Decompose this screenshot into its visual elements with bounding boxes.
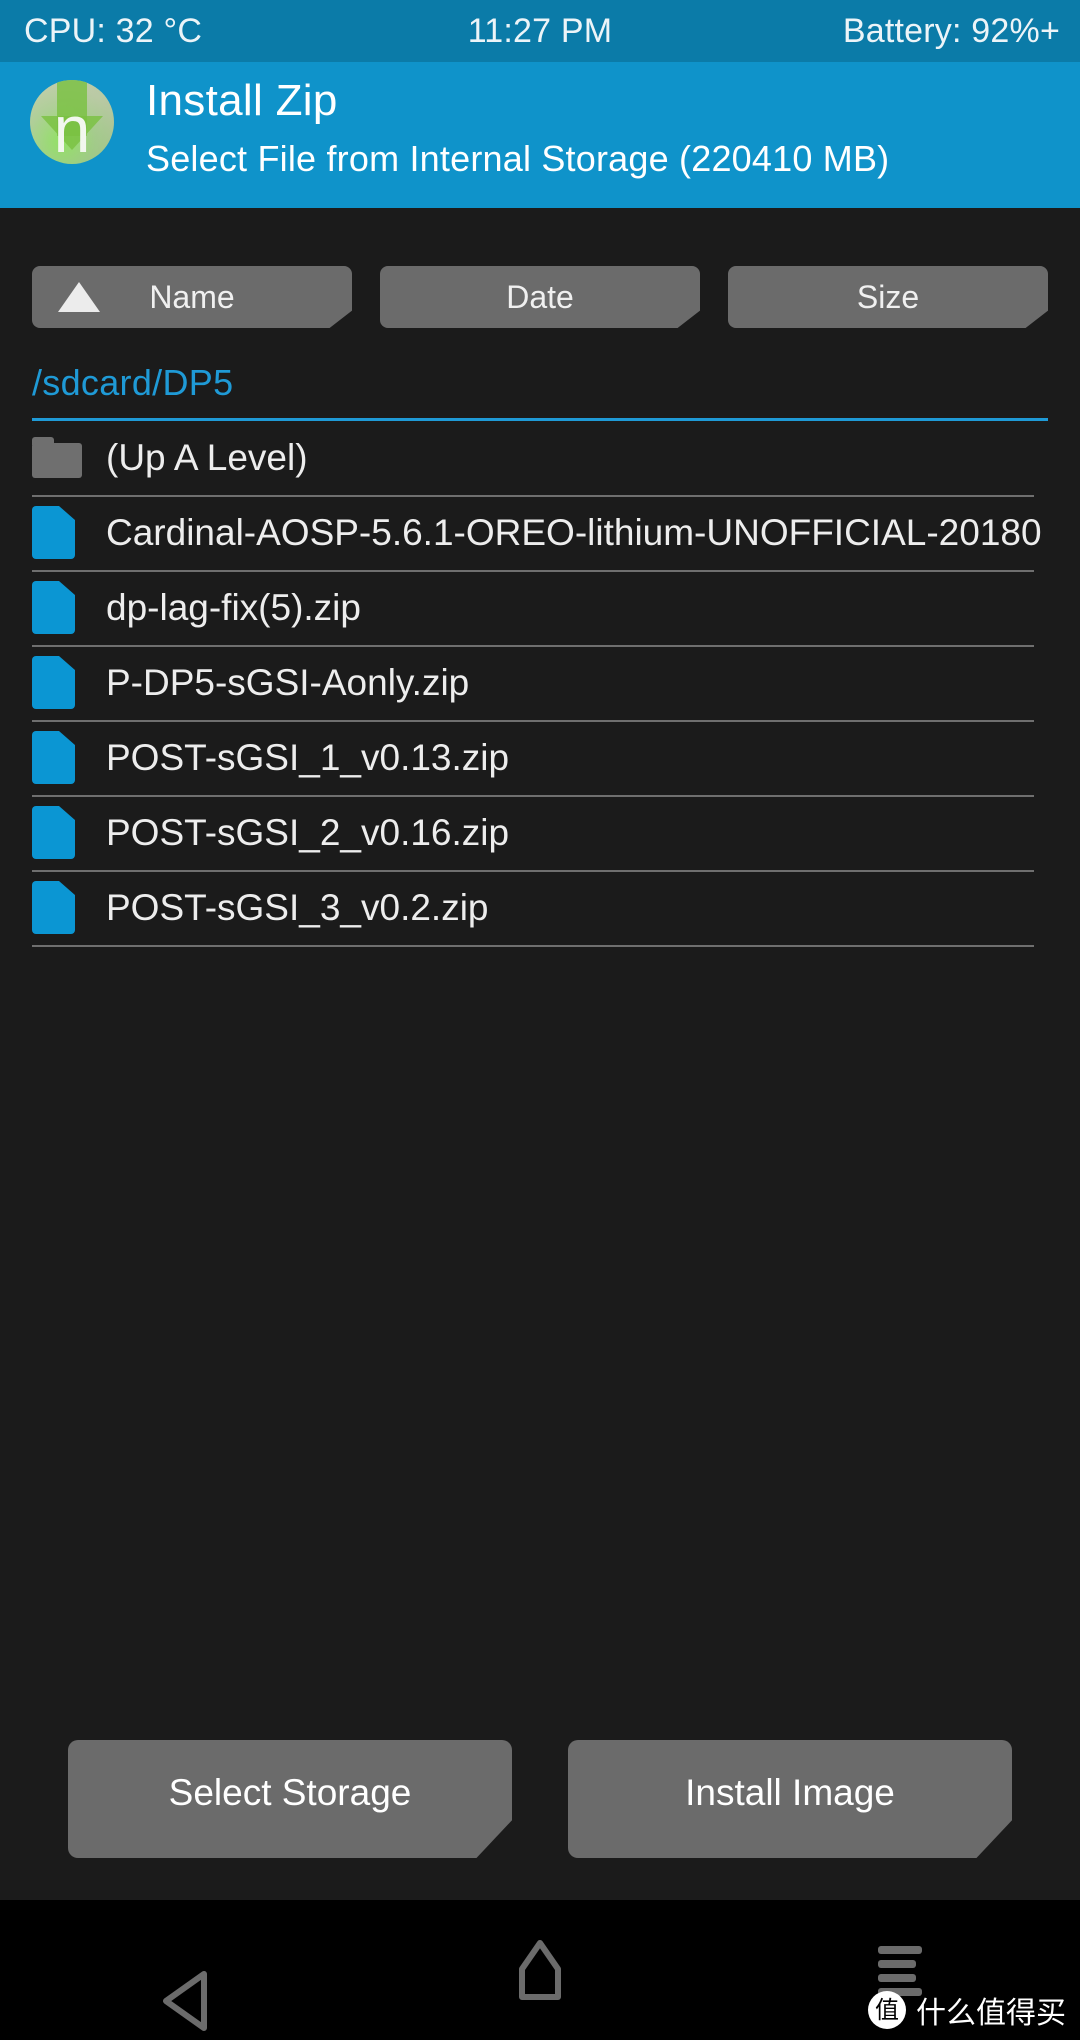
status-bar: CPU: 32 °C 11:27 PM Battery: 92%+ (0, 0, 1080, 62)
install-image-label: Install Image (685, 1772, 895, 1813)
file-icon (32, 881, 106, 934)
sort-bar: Name Date Size (0, 266, 1080, 328)
list-item[interactable]: POST-sGSI_3_v0.2.zip (32, 870, 1080, 945)
navigation-bar: 值 什么值得买 (0, 1900, 1080, 2040)
watermark: 值 什么值得买 (868, 1988, 1066, 2032)
sort-by-date-label: Date (506, 278, 574, 315)
list-item[interactable]: dp-lag-fix(5).zip (32, 570, 1080, 645)
clock: 11:27 PM (467, 11, 613, 50)
list-item-label: dp-lag-fix(5).zip (106, 586, 361, 628)
battery-status: Battery: 92%+ (842, 11, 1060, 50)
home-button[interactable] (360, 1900, 720, 2040)
sort-ascending-triangle-icon (58, 282, 100, 312)
back-button[interactable] (0, 1900, 360, 2040)
page-title: Install Zip (146, 76, 338, 125)
list-item[interactable]: Cardinal-AOSP-5.6.1-OREO-lithium-UNOFFIC… (32, 495, 1080, 570)
sort-by-size-button[interactable]: Size (728, 266, 1048, 328)
file-list: (Up A Level) Cardinal-AOSP-5.6.1-OREO-li… (32, 420, 1080, 947)
select-storage-label: Select Storage (168, 1772, 412, 1813)
back-icon (160, 1944, 207, 2031)
file-icon (32, 731, 106, 784)
file-icon (32, 656, 106, 709)
list-bottom-divider (32, 945, 1034, 947)
cpu-temperature: CPU: 32 °C (24, 11, 203, 50)
select-storage-button[interactable]: Select Storage (68, 1740, 512, 1858)
watermark-text: 什么值得买 (916, 1996, 1066, 2031)
content-area: Name Date Size /sdcard/DP5 (Up A Level) … (0, 208, 1080, 1900)
list-item[interactable]: POST-sGSI_2_v0.16.zip (32, 795, 1080, 870)
list-item-label: POST-sGSI_1_v0.13.zip (106, 736, 510, 778)
folder-icon (32, 437, 106, 478)
logo-letter: n (53, 92, 91, 164)
list-item[interactable]: POST-sGSI_1_v0.13.zip (32, 720, 1080, 795)
twrp-screen: CPU: 32 °C 11:27 PM Battery: 92%+ n Inst… (0, 0, 1080, 2040)
file-icon (32, 506, 106, 559)
list-item-label: P-DP5-sGSI-Aonly.zip (106, 661, 470, 703)
file-icon (32, 581, 106, 634)
action-bar: Select Storage Install Image (0, 1740, 1080, 1858)
list-item-label: POST-sGSI_3_v0.2.zip (106, 886, 489, 928)
sort-by-name-label: Name (149, 278, 235, 315)
list-item-label: Cardinal-AOSP-5.6.1-OREO-lithium-UNOFFIC… (106, 511, 1042, 553)
sort-by-date-button[interactable]: Date (380, 266, 700, 328)
list-item[interactable]: (Up A Level) (32, 420, 1080, 495)
recovery-logo-icon: n (30, 80, 114, 164)
current-path: /sdcard/DP5 (32, 362, 234, 403)
breadcrumb: /sdcard/DP5 (32, 362, 1048, 421)
home-icon (516, 1939, 564, 2001)
page-subtitle: Select File from Internal Storage (22041… (146, 138, 890, 179)
file-icon (32, 806, 106, 859)
sort-by-name-button[interactable]: Name (32, 266, 352, 328)
page-header: n Install Zip Select File from Internal … (0, 62, 1080, 208)
sort-by-size-label: Size (856, 278, 920, 315)
watermark-logo-icon: 值 (868, 1991, 906, 2029)
install-image-button[interactable]: Install Image (568, 1740, 1012, 1858)
list-item[interactable]: P-DP5-sGSI-Aonly.zip (32, 645, 1080, 720)
list-item-label: POST-sGSI_2_v0.16.zip (106, 811, 510, 853)
list-item-label: (Up A Level) (106, 436, 308, 478)
